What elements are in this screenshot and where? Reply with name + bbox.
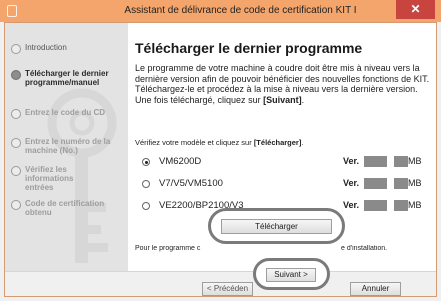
version-redacted xyxy=(364,200,387,211)
instruction-text: Vérifiez votre modèle et cliquez sur [Té… xyxy=(135,138,303,147)
step-indicator-icon xyxy=(11,200,21,210)
sidebar-item-label: Télécharger le dernier programme/manuel xyxy=(25,69,109,87)
install-footnote: Pour le programme c e d'installation. xyxy=(135,245,431,255)
version-redacted xyxy=(364,178,387,189)
footnote-text-start: Pour le programme c xyxy=(135,245,201,252)
sidebar-item-introduction[interactable]: Introduction xyxy=(11,43,126,54)
step-indicator-icon xyxy=(11,109,21,119)
page-title: Télécharger le dernier programme xyxy=(135,40,363,56)
wizard-step-sidebar: Introduction Télécharger le dernier prog… xyxy=(5,23,128,271)
model-option-vm6200d[interactable]: VM6200D Ver. MB xyxy=(142,155,432,169)
description-line2-prefix: Une fois téléchargé, cliquez sur xyxy=(135,94,264,105)
size-unit: MB xyxy=(408,200,422,210)
model-option-v7-v5-vm5100[interactable]: V7/V5/VM5100 Ver. MB xyxy=(142,177,432,191)
download-button[interactable]: Télécharger xyxy=(221,219,332,234)
description-text: Le programme de votre machine à coudre d… xyxy=(135,63,431,105)
cancel-button[interactable]: Annuler xyxy=(350,282,401,296)
model-name: V7/V5/VM5100 xyxy=(159,178,223,189)
sidebar-item-label: Code de certification obtenu xyxy=(25,199,105,217)
instruction-bold: [Télécharger] xyxy=(253,138,302,147)
footnote-text-end: e d'installation. xyxy=(341,245,388,252)
description-line2-bold: [Suivant] xyxy=(263,94,302,105)
sidebar-item-label: Entrez le numéro de la machine (No.) xyxy=(25,137,111,155)
app-icon xyxy=(7,5,17,17)
sidebar-item-label: Introduction xyxy=(25,43,67,52)
main-content: Télécharger le dernier programme Le prog… xyxy=(128,23,436,271)
download-highlight-ring: Télécharger xyxy=(208,208,345,244)
model-radio[interactable] xyxy=(142,180,150,188)
previous-button[interactable]: < Précéden xyxy=(202,282,253,296)
description-body: Le programme de votre machine à coudre d… xyxy=(135,63,430,94)
instruction-suffix: . xyxy=(301,138,304,147)
title-bar: Assistant de délivrance de code de certi… xyxy=(0,0,441,22)
step-indicator-icon xyxy=(11,166,21,176)
sidebar-item-certification-code[interactable]: Code de certification obtenu xyxy=(11,199,126,217)
size-unit: MB xyxy=(408,178,422,188)
description-line2-suffix: . xyxy=(301,94,305,105)
sidebar-item-label: Entrez le code du CD xyxy=(25,108,106,117)
size-redacted xyxy=(394,178,408,189)
next-highlight-ring: Suivant > xyxy=(253,258,330,290)
version-label: Ver. xyxy=(343,156,360,166)
version-label: Ver. xyxy=(343,200,360,210)
version-redacted xyxy=(364,156,387,167)
step-indicator-icon xyxy=(11,138,21,148)
size-unit: MB xyxy=(408,156,422,166)
sidebar-item-label: Vérifiez les informations entrées xyxy=(25,165,74,192)
model-radio[interactable] xyxy=(142,158,150,166)
instruction-prefix: Vérifiez votre modèle et cliquez sur xyxy=(135,138,254,147)
close-button[interactable]: ✕ xyxy=(396,0,435,19)
sidebar-item-cd-code[interactable]: Entrez le code du CD xyxy=(11,108,126,119)
sidebar-item-download[interactable]: Télécharger le dernier programme/manuel xyxy=(11,69,126,87)
size-redacted xyxy=(394,156,408,167)
window-title: Assistant de délivrance de code de certi… xyxy=(124,5,357,16)
wizard-footer: < Précéden Annuler xyxy=(5,271,436,296)
step-indicator-icon xyxy=(11,70,21,80)
next-button[interactable]: Suivant > xyxy=(266,268,316,282)
step-indicator-icon xyxy=(11,44,21,54)
wizard-frame: Introduction Télécharger le dernier prog… xyxy=(4,22,437,297)
version-label: Ver. xyxy=(343,178,360,188)
sidebar-item-verify[interactable]: Vérifiez les informations entrées xyxy=(11,165,126,192)
size-redacted xyxy=(394,200,408,211)
model-radio[interactable] xyxy=(142,202,150,210)
sidebar-item-machine-number[interactable]: Entrez le numéro de la machine (No.) xyxy=(11,137,126,155)
model-name: VM6200D xyxy=(159,156,202,167)
